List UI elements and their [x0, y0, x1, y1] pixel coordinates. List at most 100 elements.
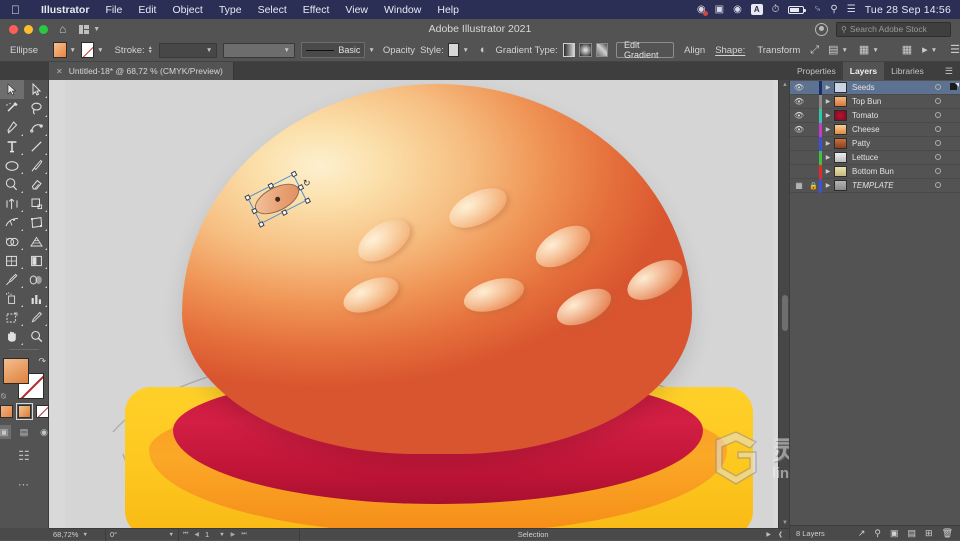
transform-menu[interactable]: Transform [757, 45, 800, 56]
screen-record-icon[interactable]: ◉ [697, 4, 708, 16]
tab-properties[interactable]: Properties [790, 62, 843, 80]
magic-wand-tool[interactable] [0, 99, 24, 118]
layer-row-lettuce[interactable]: ▶ Lettuce [790, 150, 960, 165]
locate-object-icon[interactable]: ↗ [858, 528, 866, 539]
scroll-down-arrow-icon[interactable]: ▼ [782, 520, 788, 526]
status-text[interactable]: Selection [300, 530, 766, 539]
clock-icon[interactable]: ⏱ [772, 4, 780, 15]
stroke-color-swatch[interactable] [80, 42, 95, 58]
menu-edit[interactable]: Edit [130, 4, 164, 16]
graphic-style-swatch[interactable] [447, 43, 460, 57]
previous-artboard-icon[interactable]: ◀ [194, 531, 199, 538]
shaper-tool[interactable] [0, 175, 24, 194]
draw-behind-icon[interactable]: ▤ [17, 425, 31, 439]
layer-row-template[interactable]: ▦ 🔒 ▶ TEMPLATE [790, 178, 960, 193]
layer-expand-arrow-icon[interactable]: ▶ [822, 84, 834, 91]
zoom-level-field[interactable]: 68,72% ▼ [49, 529, 105, 541]
eyedropper-tool[interactable] [0, 270, 24, 289]
default-fill-stroke-icon[interactable]: ⍉ [1, 392, 6, 402]
direct-selection-tool[interactable] [24, 80, 49, 99]
layer-target-indicator[interactable] [930, 111, 946, 120]
align-chevron-down-icon[interactable]: ▼ [841, 47, 847, 54]
minimize-window-button[interactable] [24, 24, 33, 34]
artboard-tool[interactable] [0, 308, 24, 327]
perspective-grid-tool[interactable] [24, 232, 49, 251]
eraser-tool[interactable] [24, 175, 49, 194]
edit-gradient-button[interactable]: Edit Gradient [615, 40, 675, 60]
home-icon[interactable]: ⌂ [59, 23, 66, 35]
layer-row-patty[interactable]: ▶ Patty [790, 136, 960, 151]
layer-visibility-toggle[interactable]: 👁 [790, 111, 808, 120]
gradient-type-freeform-button[interactable] [595, 43, 608, 57]
layer-expand-arrow-icon[interactable]: ▶ [822, 126, 834, 133]
fill-color-swatch[interactable] [53, 42, 67, 58]
paintbrush-tool[interactable] [24, 156, 49, 175]
delete-selection-icon[interactable]: 🗑 [942, 528, 953, 539]
brush-chevron-down-icon[interactable]: ▼ [368, 47, 374, 54]
opacity-label[interactable]: Opacity [383, 45, 415, 56]
layer-target-indicator[interactable] [930, 181, 946, 190]
canvas-area[interactable]: ↻ ▲ ▼ [49, 80, 789, 528]
layer-target-indicator[interactable] [930, 139, 946, 148]
layer-visibility-toggle[interactable]: 👁 [790, 97, 808, 106]
tab-layers[interactable]: Layers [842, 62, 885, 80]
layer-target-indicator[interactable] [930, 167, 946, 176]
create-new-layer-icon[interactable]: ⊞ [925, 528, 933, 539]
make-clipping-mask-icon[interactable]: ⚲ [874, 528, 881, 539]
variable-width-profile-field[interactable]: ▼ [223, 42, 295, 58]
last-artboard-icon[interactable]: ⏭ [241, 531, 246, 538]
layer-name[interactable]: Tomato [852, 111, 930, 120]
menu-effect[interactable]: Effect [295, 4, 338, 16]
align-text-icon[interactable]: ☰ [950, 44, 960, 56]
none-swatch-button[interactable] [35, 405, 49, 418]
rotate-tool[interactable] [0, 194, 24, 213]
fill-chevron-down-icon[interactable]: ▼ [70, 47, 76, 54]
layer-expand-arrow-icon[interactable]: ▶ [822, 154, 834, 161]
layer-name[interactable]: Bottom Bun [852, 167, 930, 176]
layer-name[interactable]: Cheese [852, 125, 930, 134]
layer-visibility-toggle[interactable]: 👁 [790, 125, 808, 134]
layer-name[interactable]: Lettuce [852, 153, 930, 162]
layer-row-cheese[interactable]: 👁 ▶ Cheese [790, 122, 960, 137]
layer-row-top-bun[interactable]: 👁 ▶ Top Bun [790, 94, 960, 109]
layer-target-indicator[interactable] [930, 125, 946, 134]
layer-name[interactable]: TEMPLATE [852, 181, 930, 190]
scroll-up-arrow-icon[interactable]: ▲ [782, 82, 788, 88]
menu-bar-clock[interactable]: Tue 28 Sep 14:56 [865, 4, 951, 16]
next-artboard-icon[interactable]: ▶ [231, 531, 236, 538]
align-menu[interactable]: Align [684, 45, 705, 56]
distribute-objects-icon[interactable]: ▦ [859, 44, 869, 56]
layer-target-indicator[interactable] [930, 83, 946, 92]
ellipse-tool[interactable] [0, 156, 24, 175]
line-segment-tool[interactable] [24, 137, 49, 156]
arrange-chevron-down-icon[interactable]: ▼ [931, 47, 937, 54]
spotlight-search-icon[interactable]: ⚲ [830, 4, 837, 15]
menu-window[interactable]: Window [376, 4, 429, 16]
control-center-icon[interactable]: ☰ [847, 4, 856, 15]
layer-visibility-toggle[interactable]: 👁 [790, 83, 808, 92]
swap-fill-stroke-icon[interactable]: ↷ [38, 356, 46, 367]
wifi-icon[interactable]: ␍ [813, 4, 821, 15]
layer-row-seeds[interactable]: 👁 ▶ Seeds [790, 80, 960, 95]
edit-toolbar-icon[interactable]: ⋯ [18, 478, 30, 491]
gradient-tool[interactable] [24, 251, 49, 270]
scrollbar-thumb[interactable] [781, 295, 788, 331]
draw-normal-icon[interactable]: ▣ [0, 425, 11, 439]
gradient-type-radial-button[interactable] [579, 43, 592, 57]
rotation-field[interactable]: 0° ▼ [106, 529, 178, 541]
menu-view[interactable]: View [337, 4, 376, 16]
artboard-navigation[interactable]: ⏮ ◀ 1 ▼ ▶ ⏭ [179, 529, 299, 541]
panel-menu-icon[interactable]: ☰ [945, 66, 960, 76]
shape-builder-tool[interactable] [0, 232, 24, 251]
layer-selection-indicator[interactable] [946, 83, 960, 92]
battery-icon[interactable] [788, 5, 807, 14]
gradient-swatch-button[interactable] [15, 403, 33, 420]
column-graph-tool[interactable] [24, 289, 49, 308]
layer-row-tomato[interactable]: 👁 ▶ Tomato [790, 108, 960, 123]
brush-definition-field[interactable]: Basic [300, 42, 366, 58]
zoom-tool[interactable] [24, 327, 49, 346]
blend-tool[interactable] [24, 270, 49, 289]
close-window-button[interactable] [9, 24, 18, 34]
distribute-chevron-down-icon[interactable]: ▼ [872, 47, 878, 54]
gradient-swatch-icon[interactable]: ◐ [480, 44, 487, 56]
